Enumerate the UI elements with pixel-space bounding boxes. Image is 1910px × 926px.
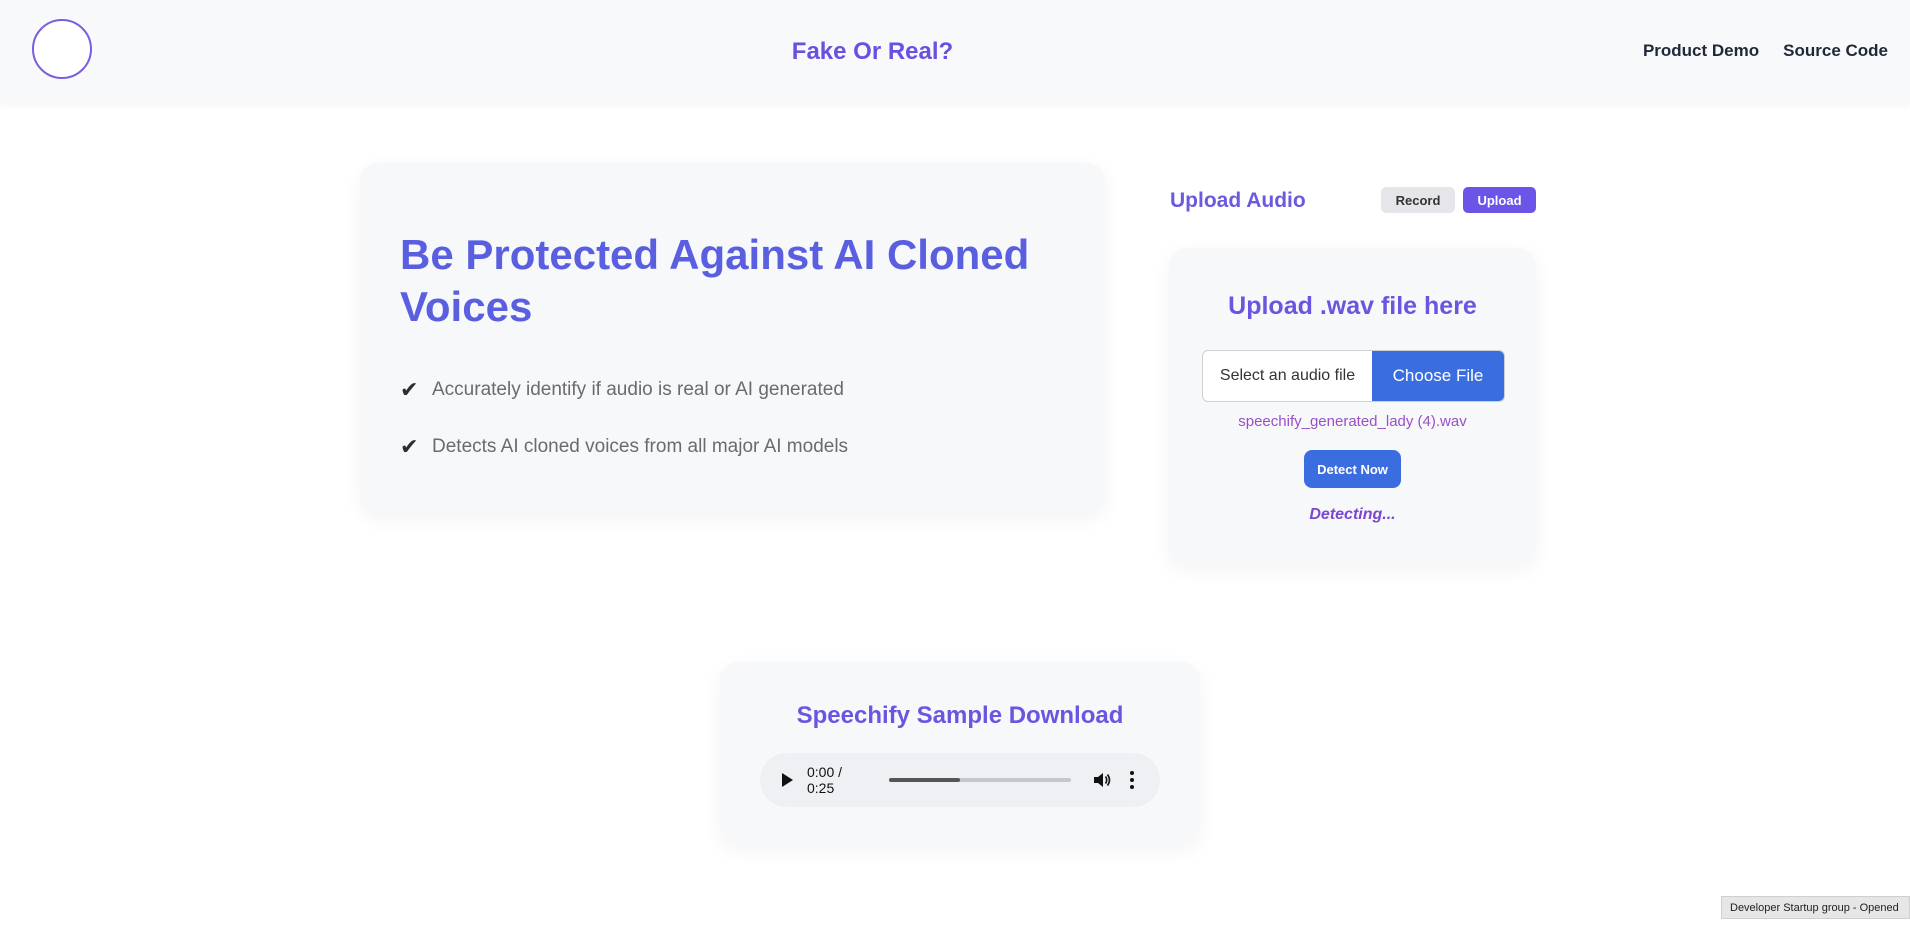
selected-file-name: speechify_generated_lady (4).wav	[1238, 413, 1467, 430]
file-input[interactable]: Select an audio file Choose File	[1202, 350, 1505, 402]
feature-item: ✔ Accurately identify if audio is real o…	[400, 377, 844, 403]
hero-card: Be Protected Against AI Cloned Voices ✔ …	[360, 163, 1105, 513]
nav-source-code[interactable]: Source Code	[1783, 41, 1888, 61]
sample-title: Speechify Sample Download	[796, 702, 1124, 729]
site-title: Fake Or Real?	[791, 38, 954, 65]
feature-item: ✔ Detects AI cloned voices from all majo…	[400, 434, 848, 460]
sample-card: Speechify Sample Download 0:00 / 0:25	[720, 662, 1200, 844]
status-text: Detecting...	[1309, 506, 1396, 523]
record-button[interactable]: Record	[1381, 187, 1455, 213]
play-icon[interactable]	[782, 773, 793, 787]
upload-audio-heading: Upload Audio	[1170, 189, 1306, 212]
progress-slider[interactable]	[889, 778, 1071, 782]
progress-fill	[889, 778, 960, 782]
upload-card: Upload .wav file here Select an audio fi…	[1169, 248, 1536, 564]
more-options-icon[interactable]	[1125, 771, 1139, 789]
detect-now-button[interactable]: Detect Now	[1304, 450, 1401, 488]
site-header: Fake Or Real? Product Demo Source Code	[0, 0, 1910, 104]
upload-button[interactable]: Upload	[1463, 187, 1536, 213]
nav-product-demo[interactable]: Product Demo	[1643, 41, 1759, 61]
volume-icon[interactable]	[1093, 771, 1113, 789]
file-input-placeholder[interactable]: Select an audio file	[1203, 351, 1372, 401]
check-icon: ✔	[400, 434, 419, 459]
feature-text: Detects AI cloned voices from all major …	[432, 436, 849, 457]
choose-file-button[interactable]: Choose File	[1372, 351, 1504, 401]
feature-text: Accurately identify if audio is real or …	[432, 379, 844, 400]
upload-card-title: Upload .wav file here	[1228, 292, 1477, 320]
footer-tag: Developer Startup group - Opened	[1721, 896, 1910, 919]
audio-player[interactable]: 0:00 / 0:25	[760, 753, 1160, 807]
check-icon: ✔	[400, 377, 419, 402]
time-display: 0:00 / 0:25	[807, 764, 843, 796]
top-nav: Product Demo Source Code	[1643, 41, 1888, 61]
hero-title: Be Protected Against AI Cloned Voices	[400, 231, 1030, 330]
